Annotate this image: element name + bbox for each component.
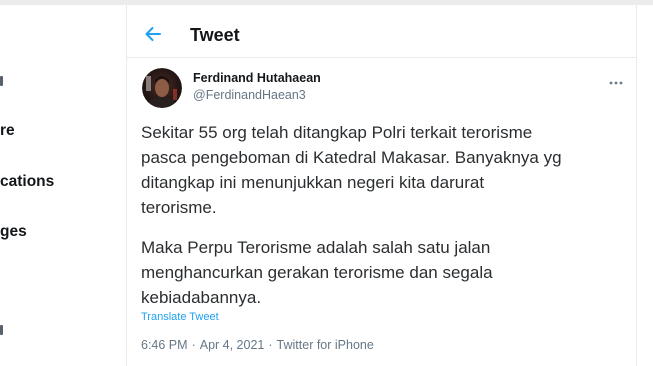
page-header: Tweet bbox=[127, 5, 636, 58]
partial-nav-icon bbox=[0, 325, 3, 335]
page-title: Tweet bbox=[190, 25, 240, 45]
sidebar-item-explore[interactable]: re bbox=[0, 121, 15, 141]
author-name[interactable]: Ferdinand Hutahaean bbox=[193, 70, 321, 86]
back-arrow-icon bbox=[145, 27, 161, 41]
tweet-paragraph: Sekitar 55 org telah ditangkap Polri ter… bbox=[141, 120, 631, 220]
tweet-source[interactable]: Twitter for iPhone bbox=[277, 338, 374, 352]
back-arrow-icon[interactable] bbox=[144, 25, 162, 43]
tweet-line: kebiadabannya. bbox=[141, 288, 262, 307]
sidebar-item-notifications[interactable]: cations bbox=[0, 172, 54, 192]
more-icon[interactable] bbox=[608, 74, 624, 85]
partial-nav-icon bbox=[0, 76, 3, 86]
tweet-detail-column: Tweet Ferdinand Hutahaean @FerdinandHaea… bbox=[126, 5, 637, 366]
translate-tweet-link[interactable]: Translate Tweet bbox=[141, 310, 219, 324]
tweet-line: terorisme. bbox=[141, 198, 217, 217]
tweet-date[interactable]: Apr 4, 2021 bbox=[200, 338, 265, 352]
tweet-line: Sekitar 55 org telah ditangkap Polri ter… bbox=[141, 123, 533, 142]
tweet-meta: 6:46 PM · Apr 4, 2021 · Twitter for iPhone bbox=[141, 337, 374, 353]
tweet-line: menghancurkan gerakan terorisme dan sega… bbox=[141, 263, 493, 282]
more-icon bbox=[609, 81, 623, 85]
tweet-time[interactable]: 6:46 PM bbox=[141, 338, 188, 352]
sidebar-item-messages[interactable]: ges bbox=[0, 222, 27, 242]
tweet-text: Sekitar 55 org telah ditangkap Polri ter… bbox=[141, 120, 631, 310]
author-handle[interactable]: @FerdinandHaean3 bbox=[193, 87, 306, 103]
tweet-line: Maka Perpu Terorisme adalah salah satu j… bbox=[141, 238, 491, 257]
meta-separator: · bbox=[191, 338, 196, 352]
sidebar-nav: re cations ges bbox=[0, 0, 126, 366]
tweet-line: ditangkap ini menunjukkan negeri kita da… bbox=[141, 173, 485, 192]
tweet-line: pasca pengeboman di Katedral Makasar. Ba… bbox=[141, 148, 562, 167]
tweet-paragraph: Maka Perpu Terorisme adalah salah satu j… bbox=[141, 235, 631, 310]
avatar[interactable] bbox=[142, 68, 182, 108]
meta-separator: · bbox=[268, 338, 273, 352]
avatar-photo bbox=[142, 68, 182, 108]
